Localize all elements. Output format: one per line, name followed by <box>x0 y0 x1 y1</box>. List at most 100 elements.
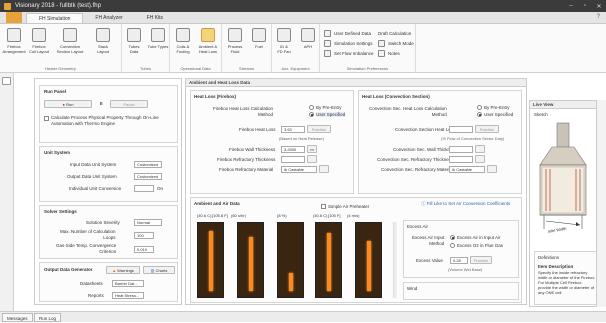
user-defined-data-button[interactable]: User Defined Data <box>324 29 371 38</box>
process-fluid-icon <box>228 28 242 42</box>
output-generator-label: Output Data Generator <box>44 267 93 272</box>
cs-wall-thickness-input[interactable] <box>449 146 473 153</box>
ribbon: Firebox Arrangement Firebox Coil Layout … <box>0 24 606 73</box>
cs-refractory-material-browse[interactable] <box>487 165 497 173</box>
coils-fouling-button[interactable]: Coils & Fouling <box>171 28 195 54</box>
fb-heat-loss-input[interactable]: 3.63 <box>281 126 305 133</box>
reports-label: Reports <box>88 293 104 298</box>
wind-speed-gauge[interactable] <box>355 222 382 298</box>
calc-property-checkbox[interactable] <box>44 116 49 121</box>
input-unit-label: Input Data Unit System <box>70 162 117 167</box>
group-operational-data: Coils & Fouling Ambient & Heat Loss Oper… <box>170 24 222 73</box>
severity-label: Solution Severity <box>86 220 120 225</box>
fb-calc-user-label: User Specified <box>316 112 346 117</box>
tab-fh-kits[interactable]: FH Kits <box>135 13 175 23</box>
right-collapsed-strip[interactable] <box>596 100 606 307</box>
air-flow-gauge[interactable] <box>237 222 264 298</box>
air-conversion-link[interactable]: ⓘ Fill Like to Set Air Conversion Coeffi… <box>421 201 510 207</box>
fb-heat-loss-unit[interactable]: Fraction <box>307 125 331 133</box>
ambient-temp-gauge[interactable] <box>197 222 224 298</box>
convection-layout-button[interactable]: Convection Section Layout <box>55 28 85 54</box>
tube-types-button[interactable]: Tube Types <box>146 28 170 49</box>
fb-calc-preentry-radio[interactable] <box>309 105 314 110</box>
maximize-button[interactable]: ▫ <box>578 3 592 10</box>
draft-calculation-button[interactable]: Draft Calculation <box>378 29 411 38</box>
firebox-heat-loss-title: Heat Loss (Firebox) <box>194 94 237 99</box>
humidity-gauge[interactable] <box>277 222 304 298</box>
firebox-coil-layout-button[interactable]: Firebox Coil Layout <box>27 28 51 54</box>
max-loops-input[interactable]: 100 <box>134 232 154 239</box>
fb-refractory-thickness-input[interactable] <box>281 156 305 163</box>
excess-value-unit[interactable]: Fraction <box>470 256 492 264</box>
input-unit-select[interactable]: Customized <box>134 161 162 168</box>
excess-value-input[interactable]: 0.28 <box>450 257 468 264</box>
cs-calc-user-radio[interactable] <box>477 112 482 117</box>
cs-refractory-thickness-input[interactable] <box>449 156 473 163</box>
pause-button[interactable]: Pause <box>110 100 148 108</box>
tubes-data-button[interactable]: Tubes Data <box>122 28 146 54</box>
tab-fh-analyzer[interactable]: FH Analyzer <box>83 13 134 23</box>
fb-wall-thickness-input[interactable]: 3.2500 <box>281 146 305 153</box>
firebox-arrangement-button[interactable]: Firebox Arrangement <box>2 28 26 54</box>
convergence-input[interactable]: 0.010 <box>134 246 154 253</box>
file-menu-button[interactable] <box>6 12 22 23</box>
output-unit-label: Output Data Unit System <box>67 174 117 179</box>
excess-air-input-radio[interactable] <box>450 235 455 240</box>
severity-select[interactable]: Normal <box>134 219 162 226</box>
notes-button[interactable]: Notes <box>378 49 400 58</box>
simulation-settings-button[interactable]: Simulation Settings <box>324 39 373 48</box>
cs-heat-loss-unit[interactable]: Fraction <box>475 125 499 133</box>
id-fd-fan-button[interactable]: ID & FD Fan <box>272 28 296 54</box>
datasheets-label: Datasheets <box>80 281 103 286</box>
aph-button[interactable]: APH <box>296 28 320 49</box>
air-temp-gauge[interactable] <box>315 222 342 298</box>
flow-imbalance-button[interactable]: Set Flow Imbalance <box>324 49 374 58</box>
fb-wall-thickness-unit[interactable]: m <box>307 145 317 153</box>
cs-wall-thickness-unit[interactable] <box>475 145 485 153</box>
ambient-heat-loss-button[interactable]: Ambient & Heat Loss <box>196 28 220 54</box>
messages-tab[interactable]: Messages <box>2 313 33 322</box>
cs-refractory-material-label: Convection Sec. Refractory Material <box>381 167 454 172</box>
fb-calc-user-radio[interactable] <box>309 112 314 117</box>
fuel-button[interactable]: Fuel <box>247 28 271 49</box>
warnings-button[interactable]: ▲ Warnings <box>106 266 140 274</box>
fb-refractory-thickness-unit[interactable] <box>307 155 317 163</box>
cs-calc-preentry-radio[interactable] <box>477 105 482 110</box>
fb-refractory-material-browse[interactable] <box>319 165 329 173</box>
cs-refractory-thickness-unit[interactable] <box>475 155 485 163</box>
run-button[interactable]: ● Run <box>44 100 92 108</box>
convection-heat-loss-title: Heat Loss (Convection Section) <box>362 94 430 99</box>
group-streams: Process Fluid Fuel Streams <box>222 24 272 73</box>
process-fluid-button[interactable]: Process Fluid <box>223 28 247 54</box>
wind-title: Wind <box>407 286 418 291</box>
fuel-icon <box>252 28 266 42</box>
close-button[interactable]: ✕ <box>592 3 606 10</box>
datasheets-select[interactable]: Barrier Dat... <box>112 280 144 287</box>
pause-icon: II <box>100 101 103 106</box>
charts-button[interactable]: ▥ Charts <box>143 266 175 274</box>
switch-mode-button[interactable]: Switch Mode <box>378 39 414 48</box>
unit-conversion-toggle[interactable] <box>134 185 154 192</box>
fb-refractory-material-select[interactable]: ib Castable <box>281 166 317 173</box>
temp-label-1c: (60 s/hr) <box>231 213 246 218</box>
live-view-title: Live View <box>530 101 601 109</box>
simple-air-preheater-checkbox[interactable] <box>321 204 326 209</box>
reports-select[interactable]: Heat Stress... <box>112 292 144 299</box>
group-heater-geometry: Firebox Arrangement Firebox Coil Layout … <box>0 24 122 73</box>
title-bar: Visionary 2018 - fullbtk (test).fhp – ▫ … <box>0 0 606 12</box>
stack-layout-button[interactable]: Stack Layout <box>91 28 115 54</box>
excess-o2-radio[interactable] <box>450 243 455 248</box>
tab-fh-simulation[interactable]: FH Simulation <box>26 13 84 23</box>
group-aux-equipment: ID & FD Fan APH Aux. Equipment <box>272 24 320 73</box>
wind-speed-label: (4 m/s) <box>347 213 360 218</box>
output-unit-select[interactable]: Customized <box>134 173 162 180</box>
cs-refractory-material-select[interactable]: ib Castable <box>449 166 485 173</box>
gauge-scrollbar[interactable] <box>393 222 397 298</box>
unit-conversion-state: On <box>157 186 164 191</box>
help-icon[interactable]: ? <box>597 12 600 23</box>
minimize-button[interactable]: – <box>564 3 578 10</box>
pin-icon[interactable] <box>2 77 11 85</box>
cs-heat-loss-input[interactable] <box>449 126 473 133</box>
run-log-tab[interactable]: Run Log <box>34 313 62 322</box>
fb-refractory-material-label: Firebox Refractory Material <box>219 167 274 172</box>
